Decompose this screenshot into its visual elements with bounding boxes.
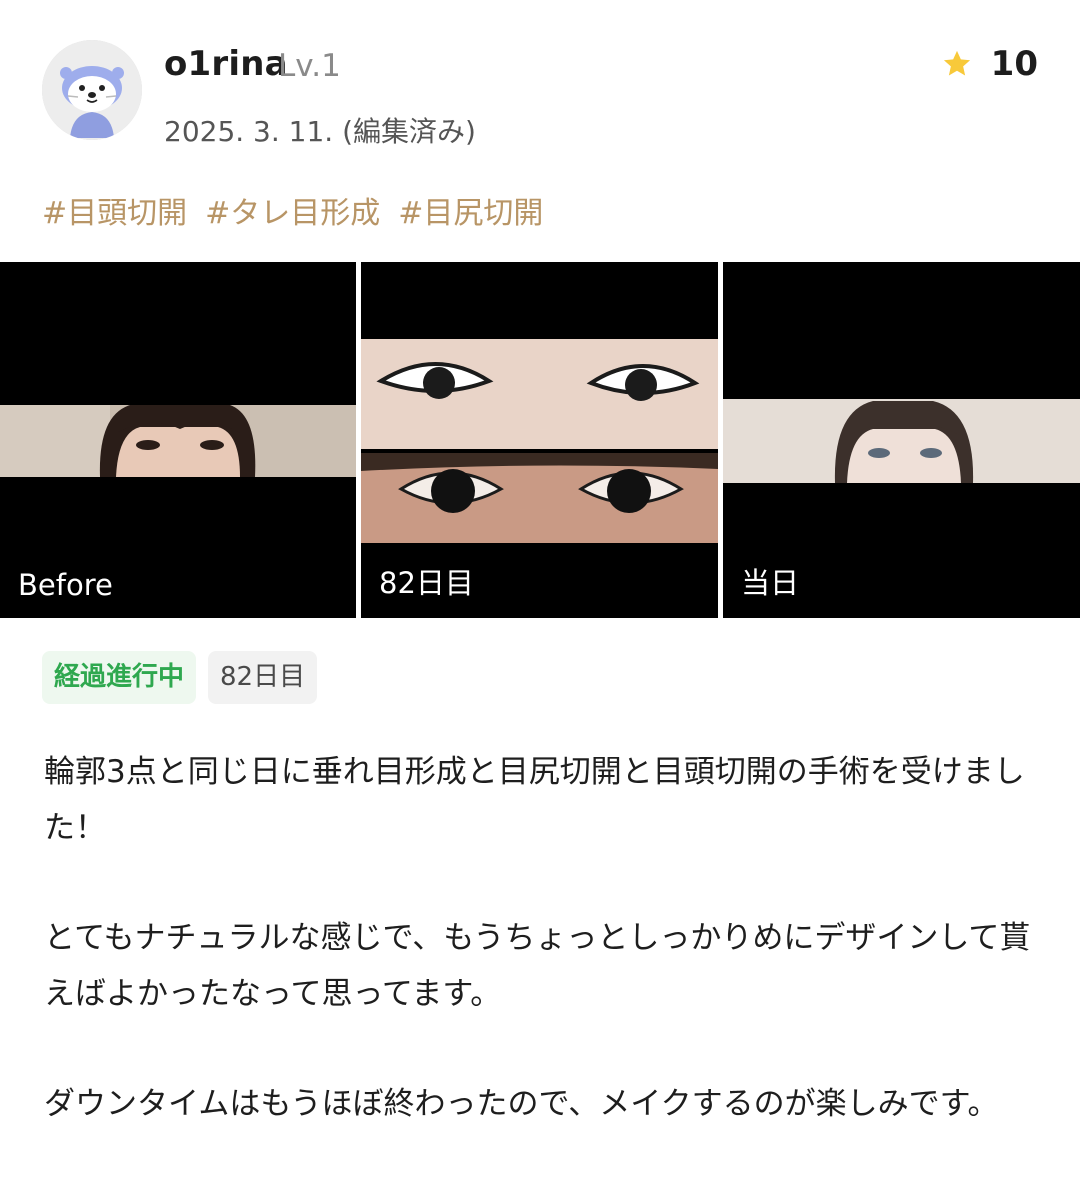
photo-label: Before [18, 568, 113, 602]
user-level: Lv.1 [278, 48, 341, 84]
star-icon [943, 50, 970, 76]
eye-closeup-image [361, 339, 718, 543]
rating-score: 10 [990, 44, 1038, 84]
post-paragraph: 輪郭3点と同じ日に垂れ目形成と目尻切開と目頭切開の手術を受けました！ [44, 754, 1025, 846]
hashtag[interactable]: #目頭切開 [42, 188, 187, 232]
photo-gallery: Before 82日目 当日 [0, 262, 1080, 618]
photo-day-82[interactable]: 82日目 [361, 262, 718, 618]
hashtag-list: #目頭切開 #タレ目形成 #目尻切開 [42, 188, 543, 232]
username[interactable]: o1rina [164, 44, 288, 84]
photo-label: 82日目 [379, 566, 474, 600]
user-avatar[interactable] [42, 40, 142, 140]
photo-same-day[interactable]: 当日 [723, 262, 1080, 618]
eye-area-image [723, 399, 1080, 483]
post-paragraph: ダウンタイムはもうほぼ終わったので、メイクするのが楽しみです。 [44, 1086, 999, 1122]
hashtag[interactable]: #目尻切開 [398, 188, 543, 232]
photo-before[interactable]: Before [0, 262, 356, 618]
post-paragraph: とてもナチュラルな感じで、もうちょっとしっかりめにデザインして貰えばよかったなっ… [44, 920, 1031, 1012]
day-count-badge: 82日目 [208, 651, 318, 704]
eye-area-image [0, 405, 356, 477]
hashtag[interactable]: #タレ目形成 [205, 188, 380, 232]
post-body: 輪郭3点と同じ日に垂れ目形成と目尻切開と目頭切開の手術を受けました！ とてもナチ… [44, 744, 1040, 1186]
photo-label: 当日 [741, 566, 800, 600]
post-date: 2025. 3. 11. (編集済み) [164, 115, 476, 148]
otter-avatar-icon [42, 40, 142, 140]
progress-status-badge: 経過進行中 [42, 651, 197, 704]
status-badges: 経過進行中 82日目 [42, 651, 318, 704]
rating: 10 [941, 44, 1038, 84]
post-header: o1rina Lv.1 2025. 3. 11. (編集済み) 10 [0, 0, 1080, 160]
